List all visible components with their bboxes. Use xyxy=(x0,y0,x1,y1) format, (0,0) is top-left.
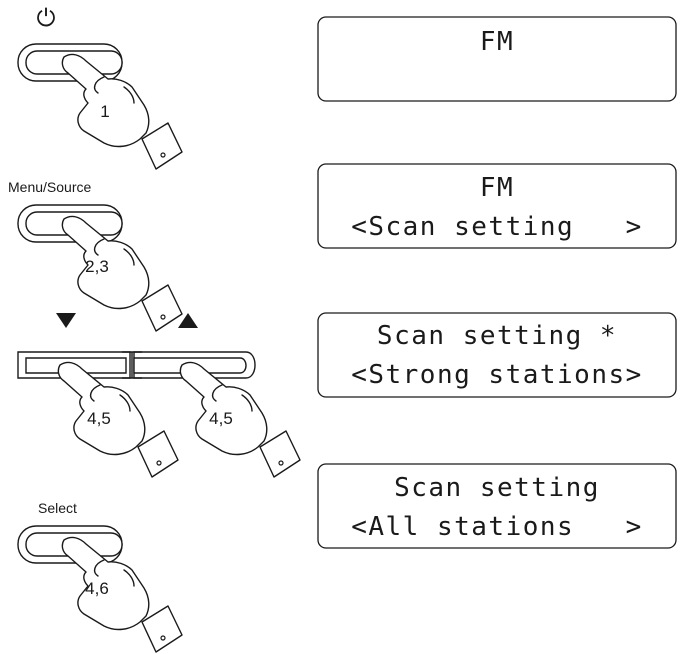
lcd-line-1: FM xyxy=(480,27,514,57)
lcd-display-1: FM xyxy=(317,16,677,102)
lcd-line-1: Scan setting * xyxy=(377,321,617,351)
step-number-up: 4,5 xyxy=(209,409,233,428)
lcd-display-2: FM <Scan setting > xyxy=(317,163,677,249)
lcd-line-2: <All stations > xyxy=(351,512,643,542)
step-number-power: 1 xyxy=(100,102,109,121)
lcd-display-3: Scan setting * <Strong stations> xyxy=(317,312,677,398)
pressing-hand-icon xyxy=(57,361,179,478)
menu-source-label: Menu/Source xyxy=(8,179,91,195)
select-label: Select xyxy=(38,500,77,516)
pressing-hand-icon xyxy=(61,536,183,653)
step-number-down: 4,5 xyxy=(87,409,111,428)
step-number-menu: 2,3 xyxy=(85,257,109,276)
power-icon: ⏻ xyxy=(37,4,56,32)
lcd-line-1: Scan setting xyxy=(394,473,600,503)
lcd-line-1: FM xyxy=(480,173,514,203)
pressing-hand-icon xyxy=(61,215,183,332)
lcd-line-2: <Scan setting > xyxy=(351,212,643,242)
pressing-hand-icon xyxy=(179,361,301,478)
pressing-hand-icon xyxy=(61,53,183,170)
lcd-line-2: <Strong stations> xyxy=(351,360,643,390)
lcd-display-4: Scan setting <All stations > xyxy=(317,463,677,549)
down-triangle-icon xyxy=(56,313,76,328)
step-number-select: 4,6 xyxy=(85,579,109,598)
